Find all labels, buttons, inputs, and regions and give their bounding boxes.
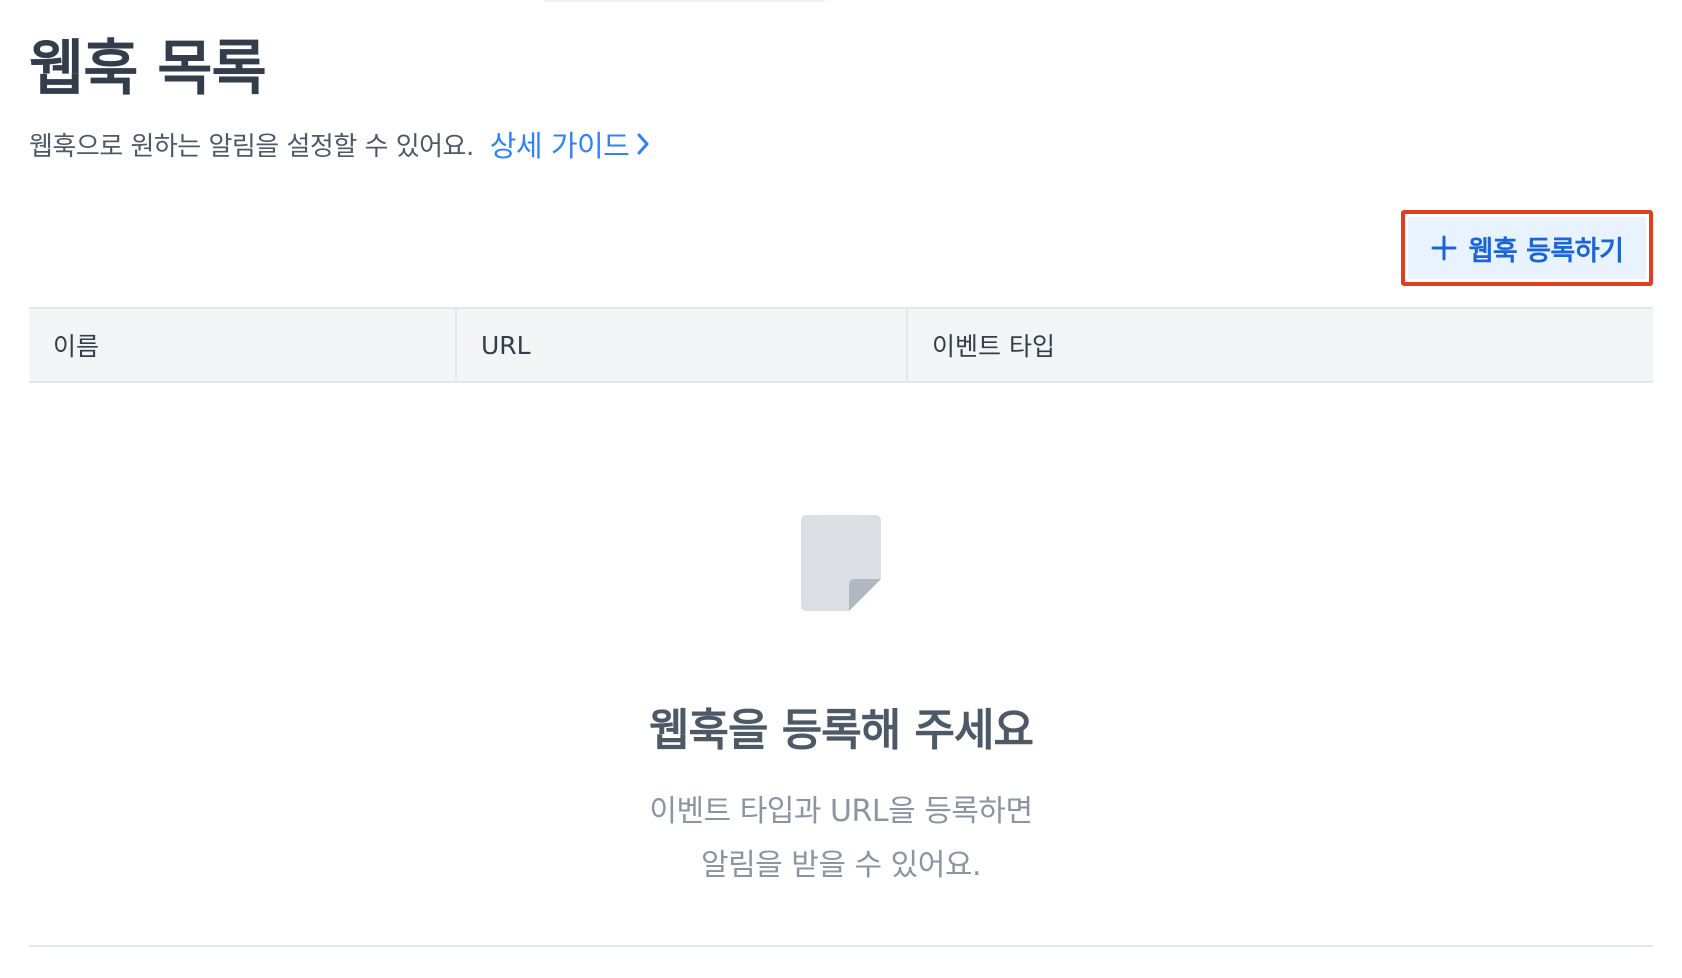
bottom-divider	[29, 945, 1653, 947]
plus-icon	[1431, 235, 1457, 261]
description-text: 웹훅으로 원하는 알림을 설정할 수 있어요.	[29, 131, 474, 162]
column-header-url: URL	[455, 309, 906, 381]
empty-state: 웹훅을 등록해 주세요 이벤트 타입과 URL을 등록하면 알림을 받을 수 있…	[29, 515, 1653, 893]
add-webhook-button[interactable]: 웹훅 등록하기	[1401, 210, 1653, 286]
empty-state-description-line-2: 알림을 받을 수 있어요.	[700, 848, 982, 883]
guide-link-label: 상세 가이드	[489, 129, 630, 163]
column-header-name: 이름	[53, 332, 100, 361]
empty-state-title: 웹훅을 등록해 주세요	[649, 705, 1034, 756]
add-webhook-label: 웹훅 등록하기	[1468, 235, 1624, 267]
webhook-table-header: 이름 URL 이벤트 타입	[29, 307, 1653, 383]
empty-state-description: 이벤트 타입과 URL을 등록하면 알림을 받을 수 있어요.	[29, 785, 1653, 893]
column-header-event-type: 이벤트 타입	[906, 309, 1653, 381]
webhook-list-page: 웹훅 목록 웹훅으로 원하는 알림을 설정할 수 있어요. 상세 가이드 웹훅 …	[29, 0, 1653, 978]
page-description: 웹훅으로 원하는 알림을 설정할 수 있어요. 상세 가이드	[29, 124, 649, 164]
chevron-right-icon	[637, 133, 649, 155]
document-icon	[801, 515, 881, 611]
detailed-guide-link[interactable]: 상세 가이드	[490, 123, 650, 165]
empty-state-description-line-1: 이벤트 타입과 URL을 등록하면	[649, 794, 1033, 829]
page-title: 웹훅 목록	[29, 34, 267, 104]
add-webhook-button-body[interactable]: 웹훅 등록하기	[1408, 217, 1646, 279]
